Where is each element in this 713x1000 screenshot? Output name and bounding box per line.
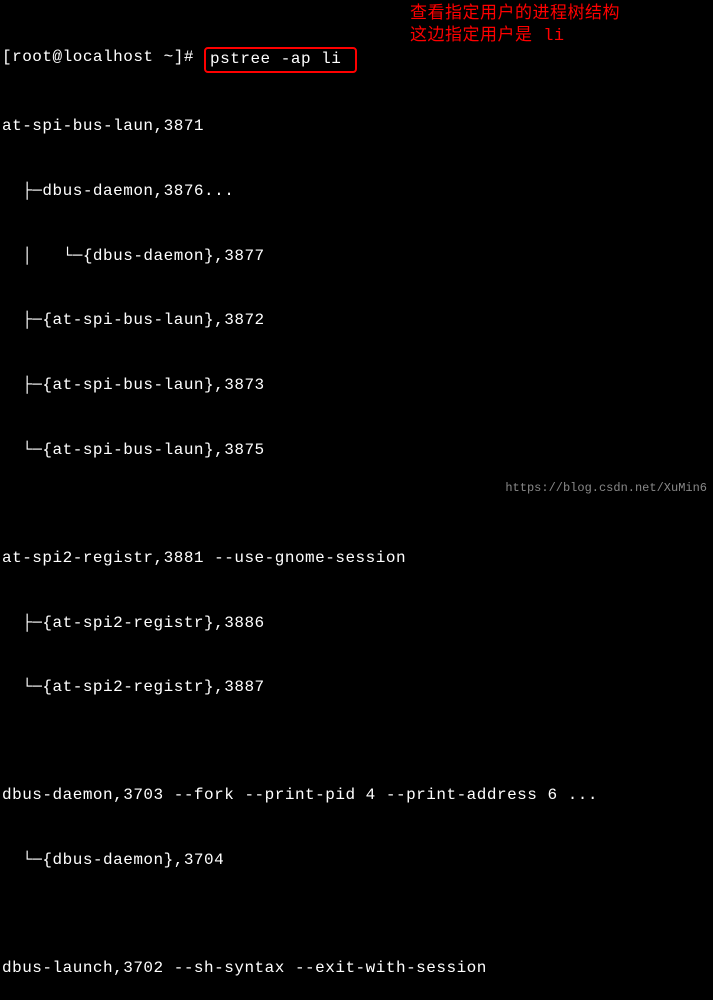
watermark-text: https://blog.csdn.net/XuMin6 bbox=[505, 480, 707, 496]
annotation-callout: 查看指定用户的进程树结构 这边指定用户是 li bbox=[410, 4, 620, 48]
output-line: └─{dbus-daemon},3704 bbox=[2, 850, 711, 872]
output-line: dbus-daemon,3703 --fork --print-pid 4 --… bbox=[2, 785, 711, 807]
annotation-line1: 查看指定用户的进程树结构 bbox=[410, 4, 620, 26]
output-line: at-spi2-registr,3881 --use-gnome-session bbox=[2, 548, 711, 570]
output-line: └─{at-spi2-registr},3887 bbox=[2, 677, 711, 699]
output-line: dbus-launch,3702 --sh-syntax --exit-with… bbox=[2, 958, 711, 980]
shell-prompt: [root@localhost ~]# bbox=[2, 47, 204, 69]
output-line: └─{at-spi-bus-laun},3875 bbox=[2, 440, 711, 462]
command-line: [root@localhost ~]# pstree -ap li bbox=[2, 47, 711, 73]
terminal-window[interactable]: [root@localhost ~]# pstree -ap li at-spi… bbox=[0, 0, 713, 1000]
annotation-line2: 这边指定用户是 li bbox=[410, 26, 620, 48]
output-line: ├─{at-spi2-registr},3886 bbox=[2, 613, 711, 635]
output-line: at-spi-bus-laun,3871 bbox=[2, 116, 711, 138]
command-highlight: pstree -ap li bbox=[204, 47, 357, 73]
command-text: pstree -ap li bbox=[210, 50, 351, 68]
output-line: │ └─{dbus-daemon},3877 bbox=[2, 246, 711, 268]
output-line: ├─{at-spi-bus-laun},3872 bbox=[2, 310, 711, 332]
output-line: ├─dbus-daemon,3876... bbox=[2, 181, 711, 203]
output-line: ├─{at-spi-bus-laun},3873 bbox=[2, 375, 711, 397]
